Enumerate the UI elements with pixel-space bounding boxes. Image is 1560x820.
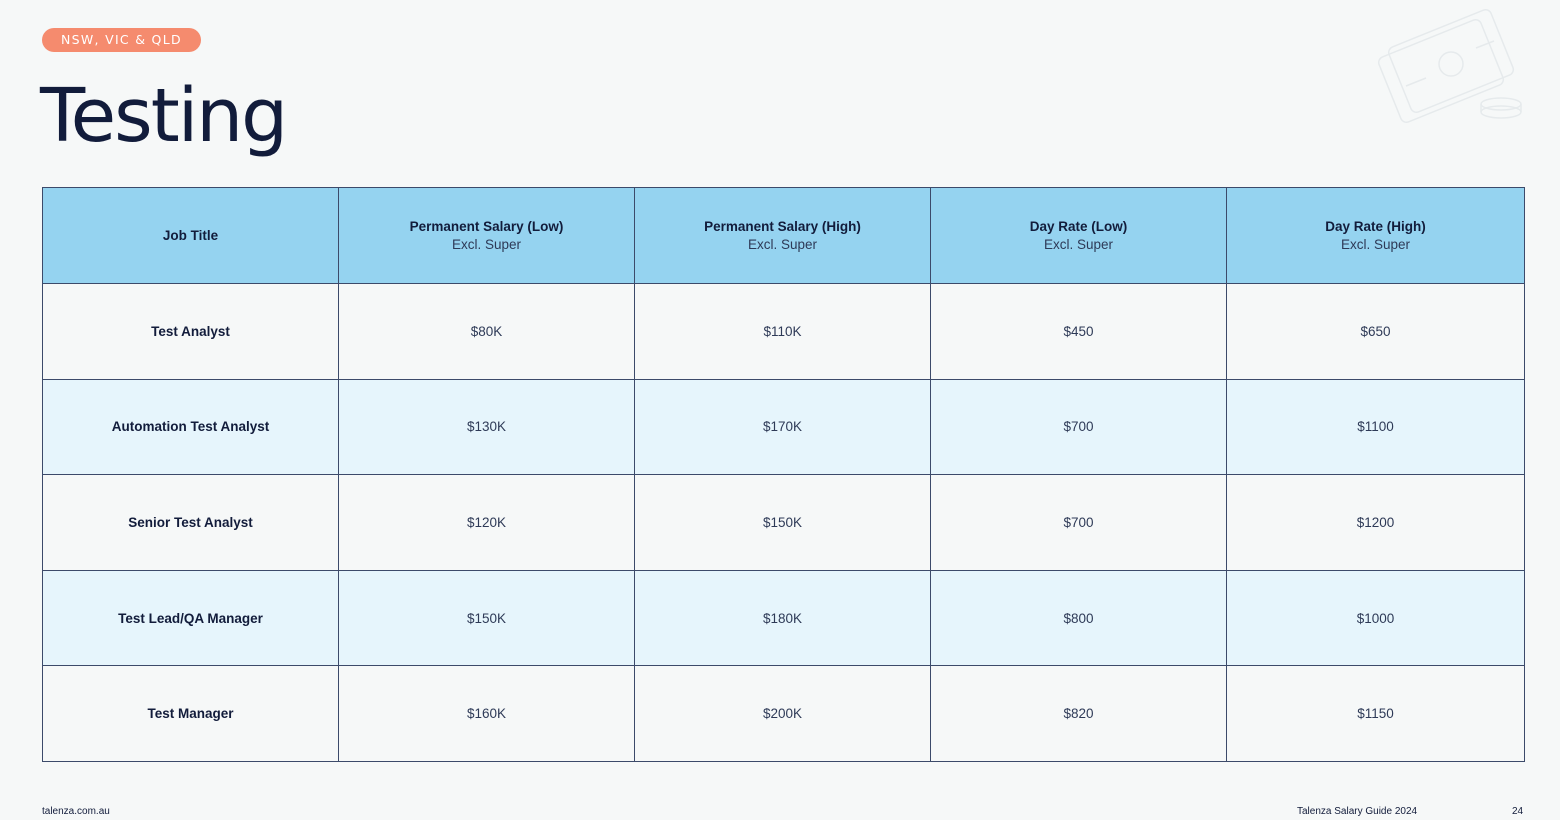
- page-title: Testing: [40, 73, 288, 159]
- table-row: Test Lead/QA Manager $150K $180K $800 $1…: [42, 569, 1525, 667]
- perm-low-cell: $120K: [338, 474, 635, 571]
- job-title-cell: Senior Test Analyst: [42, 474, 339, 571]
- perm-low-cell: $130K: [338, 378, 635, 476]
- day-high-cell: $1150: [1226, 665, 1525, 762]
- perm-high-cell: $170K: [634, 378, 931, 476]
- header-sublabel: Excl. Super: [747, 236, 818, 252]
- day-low-cell: $700: [930, 474, 1227, 571]
- salary-table: Job Title Permanent Salary (Low) Excl. S…: [42, 187, 1525, 762]
- day-low-cell: $800: [930, 569, 1227, 667]
- day-low-cell: $820: [930, 665, 1227, 762]
- perm-low-cell: $150K: [338, 569, 635, 667]
- table-row: Senior Test Analyst $120K $150K $700 $12…: [42, 474, 1525, 571]
- money-notes-icon: [1377, 9, 1522, 123]
- table-row: Test Manager $160K $200K $820 $1150: [42, 665, 1525, 762]
- day-high-cell: $650: [1226, 283, 1525, 380]
- footer-website: talenza.com.au: [42, 806, 110, 817]
- job-title-cell: Automation Test Analyst: [42, 378, 339, 476]
- page: NSW, VIC & QLD Testing Job Title Permane…: [0, 0, 1560, 820]
- perm-high-cell: $110K: [634, 283, 931, 380]
- perm-high-cell: $200K: [634, 665, 931, 762]
- header-label: Job Title: [162, 227, 219, 243]
- table-row: Automation Test Analyst $130K $170K $700…: [42, 378, 1525, 476]
- header-day-rate-low: Day Rate (Low) Excl. Super: [930, 187, 1227, 284]
- header-label: Day Rate (Low): [1029, 218, 1128, 234]
- day-low-cell: $450: [930, 283, 1227, 380]
- footer-guide-title: Talenza Salary Guide 2024: [1297, 806, 1418, 817]
- perm-high-cell: $150K: [634, 474, 931, 571]
- header-label: Permanent Salary (Low): [409, 218, 564, 234]
- header-sublabel: Excl. Super: [1340, 236, 1411, 252]
- perm-low-cell: $160K: [338, 665, 635, 762]
- header-day-rate-high: Day Rate (High) Excl. Super: [1226, 187, 1525, 284]
- header-sublabel: Excl. Super: [451, 236, 522, 252]
- day-high-cell: $1000: [1226, 569, 1525, 667]
- region-badge: NSW, VIC & QLD: [42, 28, 201, 52]
- day-high-cell: $1200: [1226, 474, 1525, 571]
- day-high-cell: $1100: [1226, 378, 1525, 476]
- header-label: Day Rate (High): [1325, 218, 1426, 234]
- job-title-cell: Test Lead/QA Manager: [42, 569, 339, 667]
- perm-high-cell: $180K: [634, 569, 931, 667]
- table-row: Test Analyst $80K $110K $450 $650: [42, 283, 1525, 380]
- table-header-row: Job Title Permanent Salary (Low) Excl. S…: [42, 187, 1525, 284]
- header-label: Permanent Salary (High): [704, 218, 861, 234]
- header-sublabel: Excl. Super: [1043, 236, 1114, 252]
- perm-low-cell: $80K: [338, 283, 635, 380]
- job-title-cell: Test Manager: [42, 665, 339, 762]
- header-job-title: Job Title: [42, 187, 339, 284]
- header-permanent-salary-low: Permanent Salary (Low) Excl. Super: [338, 187, 635, 284]
- header-permanent-salary-high: Permanent Salary (High) Excl. Super: [634, 187, 931, 284]
- footer-page-number: 24: [1512, 806, 1524, 817]
- job-title-cell: Test Analyst: [42, 283, 339, 380]
- day-low-cell: $700: [930, 378, 1227, 476]
